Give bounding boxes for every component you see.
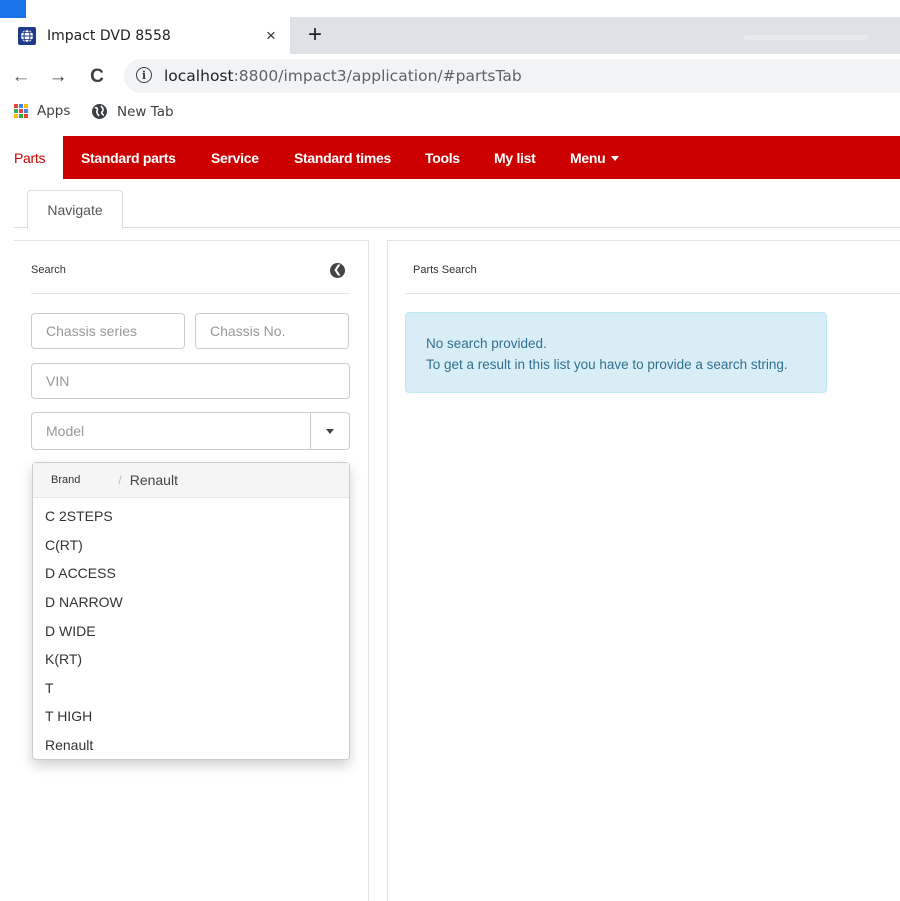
search-panel-divider xyxy=(31,293,350,294)
site-info-icon[interactable]: i xyxy=(136,67,152,83)
no-search-alert: No search provided. To get a result in t… xyxy=(405,312,827,393)
model-dropdown-menu: Brand / Renault C 2STEPS C(RT) D ACCESS … xyxy=(32,462,350,760)
dropdown-option[interactable]: T HIGH xyxy=(33,702,349,731)
vin-input[interactable]: VIN xyxy=(31,363,350,399)
model-input[interactable]: Model xyxy=(31,412,311,450)
breadcrumb-brand[interactable]: Brand xyxy=(51,474,80,486)
address-bar[interactable]: i localhost:8800/impact3/application/#pa… xyxy=(124,59,900,93)
bookmark-new-tab[interactable]: New Tab xyxy=(91,103,174,120)
dropdown-option[interactable]: D NARROW xyxy=(33,588,349,617)
dropdown-option[interactable]: C 2STEPS xyxy=(33,502,349,531)
search-panel-title: Search xyxy=(31,264,66,276)
menu-caret-icon xyxy=(611,156,620,161)
browser-toolbar: ← → C i localhost:8800/impact3/applicati… xyxy=(0,58,900,96)
apps-grid-icon xyxy=(14,104,28,118)
dropdown-option[interactable]: T xyxy=(33,674,349,703)
dropdown-caret-icon xyxy=(326,428,334,434)
reload-icon[interactable]: C xyxy=(85,66,109,88)
globe-icon xyxy=(92,104,107,119)
alert-line-2: To get a result in this list you have to… xyxy=(426,357,788,372)
globe-favicon-icon xyxy=(18,27,36,45)
dropdown-options: C 2STEPS C(RT) D ACCESS D NARROW D WIDE … xyxy=(33,498,349,759)
nav-tab-tools[interactable]: Tools xyxy=(425,136,460,179)
model-dropdown-button[interactable] xyxy=(310,412,350,450)
chassis-series-input[interactable]: Chassis series xyxy=(31,313,185,349)
nav-tab-standard-parts[interactable]: Standard parts xyxy=(81,136,176,179)
parts-search-title: Parts Search xyxy=(413,264,477,276)
new-tab-button[interactable]: + xyxy=(301,21,329,49)
dropdown-option[interactable]: Renault xyxy=(33,731,349,760)
alert-line-1: No search provided. xyxy=(426,336,547,351)
dropdown-option[interactable]: D WIDE xyxy=(33,616,349,645)
dropdown-option[interactable]: C(RT) xyxy=(33,531,349,560)
breadcrumb-current: Renault xyxy=(129,472,178,488)
url-text[interactable]: localhost:8800/impact3/application/#part… xyxy=(164,67,522,85)
nav-menu-dropdown[interactable]: Menu xyxy=(570,136,620,179)
main-nav-bar: Parts Standard parts Service Standard ti… xyxy=(0,136,900,179)
bookmarks-bar: Apps New Tab xyxy=(0,98,900,130)
bookmark-apps-label: Apps xyxy=(37,103,71,119)
tab-title: Impact DVD 8558 xyxy=(47,28,171,44)
browser-tabstrip: Impact DVD 8558 × + xyxy=(0,0,900,58)
dropdown-option[interactable]: D ACCESS xyxy=(33,559,349,588)
back-arrow-icon[interactable]: ← xyxy=(9,66,33,88)
window-corner-accent xyxy=(0,0,26,18)
dropdown-option[interactable]: K(RT) xyxy=(33,645,349,674)
bookmark-new-tab-label: New Tab xyxy=(117,103,174,120)
browser-tab-impact[interactable]: Impact DVD 8558 × xyxy=(6,17,290,55)
forward-arrow-icon[interactable]: → xyxy=(46,66,70,88)
nav-tab-my-list[interactable]: My list xyxy=(494,136,536,179)
nav-tab-standard-times[interactable]: Standard times xyxy=(294,136,391,179)
url-path: :8800/impact3/application/#partsTab xyxy=(233,67,522,85)
url-host: localhost xyxy=(164,67,234,85)
parts-search-divider xyxy=(405,293,900,294)
bookmark-apps[interactable]: Apps xyxy=(14,103,70,119)
chassis-no-input[interactable]: Chassis No. xyxy=(195,313,349,349)
subtab-navigate[interactable]: Navigate xyxy=(27,190,123,229)
nav-menu-label: Menu xyxy=(570,149,606,166)
subtabs-divider xyxy=(14,227,900,228)
back-circle-icon[interactable]: ❮ xyxy=(330,263,345,278)
inactive-tab-placeholder[interactable] xyxy=(744,35,868,40)
breadcrumb-separator: / xyxy=(118,473,122,487)
nav-tab-service[interactable]: Service xyxy=(211,136,259,179)
tab-close-icon[interactable]: × xyxy=(260,25,282,47)
nav-tab-parts[interactable]: Parts xyxy=(0,136,64,179)
dropdown-breadcrumb: Brand / Renault xyxy=(33,463,349,498)
